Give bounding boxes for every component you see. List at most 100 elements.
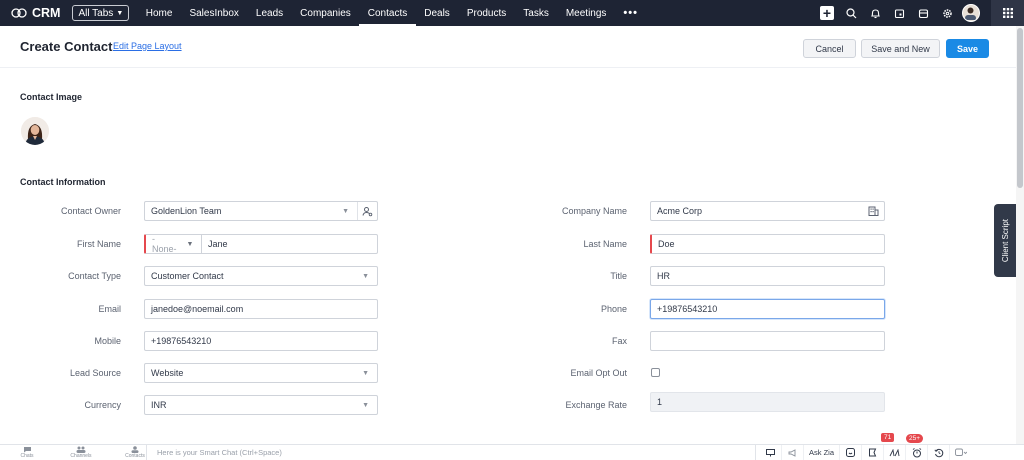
mobile-field[interactable]: +19876543210: [144, 331, 378, 351]
notes-button[interactable]: [760, 445, 782, 460]
lead-source-select[interactable]: Website ▼: [144, 363, 378, 383]
title-field[interactable]: HR: [650, 266, 885, 286]
company-lookup-button[interactable]: [864, 202, 882, 220]
all-tabs-label: All Tabs: [78, 7, 114, 19]
search-button[interactable]: [839, 0, 863, 26]
tab-home[interactable]: Home: [137, 0, 181, 26]
marketplace-button[interactable]: [911, 0, 935, 26]
currency-label: Currency: [84, 400, 121, 410]
tab-leads[interactable]: Leads: [247, 0, 291, 26]
chevron-down-icon: ▼: [362, 401, 369, 409]
avatar: [962, 4, 980, 22]
exchange-rate-label: Exchange Rate: [565, 400, 627, 410]
contact-owner-value: GoldenLion Team: [151, 206, 222, 216]
owner-lookup-button[interactable]: [357, 202, 377, 220]
zia-assist-button[interactable]: 71: [881, 433, 907, 460]
tab-tasks[interactable]: Tasks: [515, 0, 558, 26]
zia-icon: [846, 448, 856, 457]
tasks-button[interactable]: [862, 445, 885, 460]
apps-grid-button[interactable]: [991, 0, 1024, 26]
tab-meetings[interactable]: Meetings: [557, 0, 615, 26]
calendar-icon: [894, 8, 904, 18]
add-icon: +: [820, 6, 834, 20]
alarm-clock-icon: [912, 447, 921, 457]
page-title: Create Contact: [20, 39, 113, 54]
fax-label: Fax: [611, 336, 627, 346]
email-opt-out-label: Email Opt Out: [570, 368, 627, 378]
email-opt-out-checkbox[interactable]: [651, 368, 660, 377]
scroll-thumb[interactable]: [1017, 28, 1023, 188]
lead-source-value: Website: [151, 368, 184, 378]
company-name-field[interactable]: Acme Corp: [650, 201, 885, 221]
mobile-label: Mobile: [94, 336, 121, 346]
phone-field[interactable]: +19876543210: [650, 299, 885, 319]
tab-companies[interactable]: Companies: [292, 0, 360, 26]
channels-button[interactable]: Channels: [54, 446, 108, 459]
phone-label: Phone: [600, 304, 627, 314]
edit-page-layout-link[interactable]: Edit Page Layout: [113, 41, 182, 51]
salutation-value: -None-: [152, 234, 177, 254]
chevron-down-icon: ▼: [362, 272, 369, 280]
page-scrollbar[interactable]: [1016, 26, 1024, 444]
user-lookup-icon: [362, 206, 373, 216]
tab-contacts[interactable]: Contacts: [359, 0, 417, 26]
calendar-button[interactable]: [887, 0, 911, 26]
chevron-down-icon: ▼: [362, 369, 369, 377]
chevron-down-icon: ▼: [342, 207, 349, 215]
module-tabs: Home SalesInbox Leads Companies Contacts…: [137, 0, 646, 26]
phone-value: +19876543210: [657, 304, 718, 314]
contact-photo: [21, 117, 49, 145]
tab-products[interactable]: Products: [458, 0, 514, 26]
chats-icon: [23, 447, 31, 453]
contact-type-value: Customer Contact: [151, 271, 224, 281]
announcements-button[interactable]: [782, 445, 804, 460]
last-name-field[interactable]: Doe: [650, 234, 885, 254]
last-name-value: Doe: [658, 239, 675, 249]
top-navbar: CRM All Tabs ▼ Home SalesInbox Leads Com…: [0, 0, 1024, 26]
salutation-select[interactable]: -None- ▼: [146, 234, 202, 254]
zia-button[interactable]: [840, 445, 863, 460]
recent-items-button[interactable]: [928, 445, 951, 460]
notifications-button[interactable]: [863, 0, 887, 26]
lead-source-label: Lead Source: [69, 368, 121, 378]
tab-salesinbox[interactable]: SalesInbox: [181, 0, 247, 26]
tab-deals[interactable]: Deals: [416, 0, 459, 26]
ask-zia-button[interactable]: Ask Zia: [804, 445, 841, 460]
email-field[interactable]: janedoe@noemail.com: [144, 299, 378, 319]
tray-chevron-icon: [955, 448, 968, 456]
create-button[interactable]: +: [815, 0, 839, 26]
save-button[interactable]: Save: [946, 39, 989, 58]
channels-icon: [76, 446, 86, 453]
smart-chat-input[interactable]: Here is your Smart Chat (Ctrl+Space): [146, 445, 756, 460]
settings-button[interactable]: [935, 0, 959, 26]
crm-logo[interactable]: CRM: [11, 6, 60, 20]
reminders-button[interactable]: 25+: [906, 434, 929, 460]
client-script-tab[interactable]: Client Script: [994, 204, 1016, 277]
zia-assist-icon: [889, 448, 900, 456]
all-tabs-button[interactable]: All Tabs ▼: [72, 5, 130, 21]
contact-type-label: Contact Type: [68, 271, 121, 281]
client-script-label: Client Script: [1000, 218, 1010, 263]
tab-more[interactable]: •••: [615, 0, 647, 26]
page-header: Create Contact Edit Page Layout Cancel S…: [0, 26, 1016, 68]
contact-type-select[interactable]: Customer Contact ▼: [144, 266, 378, 286]
currency-select[interactable]: INR ▼: [144, 395, 378, 415]
chats-button[interactable]: Chats: [0, 446, 54, 459]
fax-field[interactable]: [650, 331, 885, 351]
cancel-button[interactable]: Cancel: [803, 39, 856, 58]
first-name-input[interactable]: Jane: [202, 239, 377, 249]
profile-button[interactable]: [959, 0, 983, 26]
bottom-tools: Ask Zia 71 25+: [760, 433, 972, 460]
contact-owner-label: Contact Owner: [60, 206, 121, 216]
bottom-bar: Chats Channels Contacts Here is your Sma…: [0, 433, 1024, 460]
marketplace-icon: [918, 8, 928, 18]
megaphone-icon: [788, 448, 796, 457]
crm-logo-icon: [11, 8, 27, 18]
more-tools-button[interactable]: [950, 445, 972, 460]
contact-owner-field[interactable]: GoldenLion Team ▼: [144, 201, 378, 221]
save-and-new-button[interactable]: Save and New: [861, 39, 940, 58]
email-value: janedoe@noemail.com: [151, 304, 244, 314]
contact-image[interactable]: [21, 117, 49, 145]
chats-label: Chats: [20, 453, 34, 459]
title-value: HR: [657, 271, 670, 281]
